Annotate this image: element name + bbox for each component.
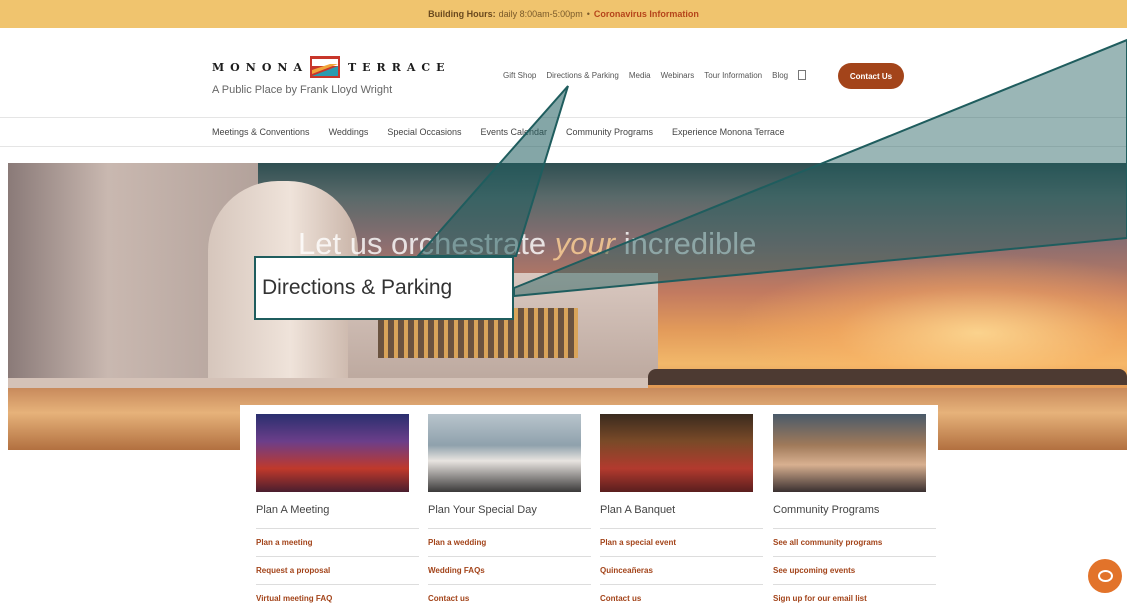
nav-gift-shop[interactable]: Gift Shop	[503, 71, 536, 80]
nav-directions-parking[interactable]: Directions & Parking	[546, 71, 618, 80]
separator: •	[586, 9, 590, 19]
card-special-day: Plan Your Special Day Plan a wedding Wed…	[412, 414, 591, 606]
card-link[interactable]: Contact us	[600, 585, 763, 606]
nav-webinars[interactable]: Webinars	[661, 71, 695, 80]
card-title: Plan A Meeting	[256, 504, 419, 529]
nav-weddings[interactable]: Weddings	[329, 127, 369, 137]
main-nav: Meetings & Conventions Weddings Special …	[212, 127, 803, 137]
chat-icon	[1097, 570, 1113, 582]
card-plan-meeting: Plan A Meeting Plan a meeting Request a …	[240, 414, 419, 606]
wedding-photo[interactable]	[428, 414, 581, 492]
card-link[interactable]: See all community programs	[773, 529, 936, 557]
meeting-photo[interactable]	[256, 414, 409, 492]
banquet-photo[interactable]	[600, 414, 753, 492]
headline-emphasis: your	[554, 226, 616, 261]
card-link[interactable]: Virtual meeting FAQ	[256, 585, 419, 606]
header-divider	[0, 117, 1127, 118]
utility-nav: Gift Shop Directions & Parking Media Web…	[503, 70, 820, 80]
nav-community-programs[interactable]: Community Programs	[566, 127, 653, 137]
card-title: Plan A Banquet	[600, 504, 763, 529]
card-link[interactable]: Plan a special event	[600, 529, 763, 557]
zoom-callout: Directions & Parking	[254, 256, 514, 320]
card-link[interactable]: Plan a meeting	[256, 529, 419, 557]
site-logo[interactable]: MONONA TERRACE	[212, 56, 451, 78]
search-icon[interactable]	[798, 70, 807, 80]
chat-button[interactable]	[1088, 559, 1122, 593]
card-link[interactable]: Request a proposal	[256, 557, 419, 585]
logo-word-right: TERRACE	[347, 60, 451, 74]
nav-experience-monona-terrace[interactable]: Experience Monona Terrace	[672, 127, 784, 137]
card-link[interactable]: Quinceañeras	[600, 557, 763, 585]
nav-blog[interactable]: Blog	[772, 71, 788, 80]
headline-part-2: incredible	[623, 226, 757, 261]
card-title: Community Programs	[773, 504, 936, 529]
nav-divider	[0, 146, 1127, 147]
card-link[interactable]: Sign up for our email list	[773, 585, 936, 606]
coronavirus-info-link[interactable]: Coronavirus Information	[594, 9, 699, 19]
card-link[interactable]: Wedding FAQs	[428, 557, 591, 585]
announcement-bar: Building Hours: daily 8:00am-5:00pm • Co…	[0, 0, 1127, 28]
shoreline	[648, 369, 1127, 385]
card-link[interactable]: See upcoming events	[773, 557, 936, 585]
community-photo[interactable]	[773, 414, 926, 492]
nav-meetings-conventions[interactable]: Meetings & Conventions	[212, 127, 310, 137]
nav-special-occasions[interactable]: Special Occasions	[387, 127, 461, 137]
hours-text: daily 8:00am-5:00pm	[498, 9, 583, 19]
site-tagline: A Public Place by Frank Lloyd Wright	[212, 84, 393, 96]
nav-media[interactable]: Media	[629, 71, 651, 80]
card-title: Plan Your Special Day	[428, 504, 591, 529]
card-link[interactable]: Plan a wedding	[428, 529, 591, 557]
card-community-programs: Community Programs See all community pro…	[757, 414, 936, 606]
logo-word-left: MONONA	[212, 60, 308, 74]
monona-terrace-logo-icon	[309, 56, 340, 78]
card-link[interactable]: Contact us	[428, 585, 591, 606]
nav-events-calendar[interactable]: Events Calendar	[480, 127, 547, 137]
nav-tour-information[interactable]: Tour Information	[704, 71, 762, 80]
hours-label: Building Hours:	[428, 9, 496, 19]
contact-us-button[interactable]: Contact Us	[838, 63, 904, 89]
card-plan-banquet: Plan A Banquet Plan a special event Quin…	[584, 414, 763, 606]
quick-links-panel: Plan A Meeting Plan a meeting Request a …	[240, 405, 938, 606]
